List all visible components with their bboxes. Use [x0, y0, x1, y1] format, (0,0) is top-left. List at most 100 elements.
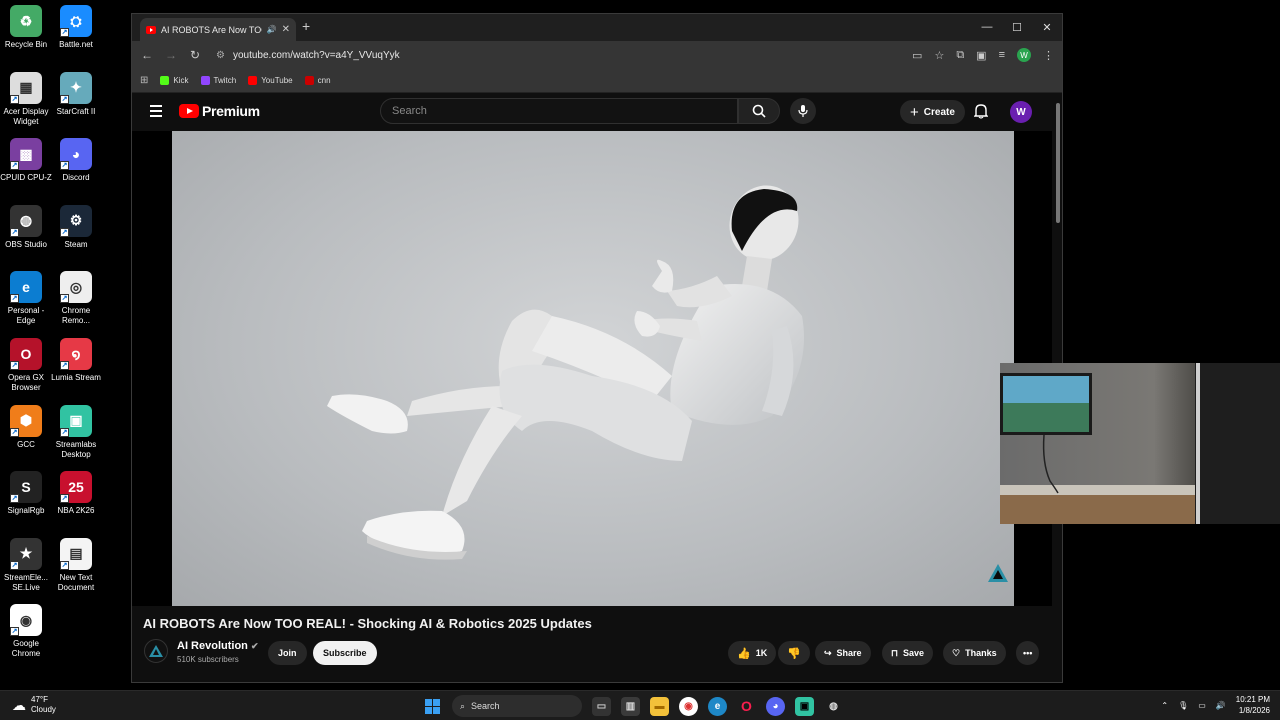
shortcut-arrow-icon: ↗	[60, 560, 69, 570]
desktop-icon[interactable]: ▣ ↗ Streamlabs Desktop	[50, 404, 102, 460]
desktop-icon[interactable]: ◕ ↗ Discord	[50, 138, 102, 183]
split-view-icon[interactable]: ▣	[976, 49, 986, 62]
discord-icon: ◕ ↗	[60, 138, 92, 171]
hamburger-menu-icon[interactable]	[150, 105, 162, 120]
desktop-icon[interactable]: ◍ ↗ OBS Studio	[0, 204, 52, 250]
save-button[interactable]: ⊓ Save	[882, 641, 934, 665]
new-tab-button[interactable]: +	[302, 18, 310, 34]
shortcut-arrow-icon: ↗	[10, 361, 19, 370]
profile-avatar[interactable]: W	[1017, 48, 1031, 62]
share-button[interactable]: ↪ Share	[815, 641, 871, 665]
bookmark-youtube[interactable]: YouTube	[248, 76, 293, 85]
start-windows-icon[interactable]	[423, 697, 442, 716]
maximize-icon[interactable]: ☐	[1002, 14, 1032, 40]
volume-icon[interactable]: 🔊	[1216, 701, 1226, 710]
task-view-icon[interactable]: ▭	[592, 696, 611, 716]
subscribe-button[interactable]: Subscribe	[313, 641, 377, 665]
network-icon[interactable]: ▭	[1198, 701, 1206, 710]
join-button[interactable]: Join	[268, 641, 307, 665]
discord-taskbar-icon[interactable]: ◕	[766, 696, 785, 716]
voice-search-button[interactable]	[790, 98, 816, 124]
desktop-icon-label: Personal - Edge	[7, 306, 45, 326]
file-explorer-icon[interactable]: ▬	[650, 696, 669, 716]
youtube-favicon-icon	[248, 76, 258, 85]
reading-list-icon[interactable]: ≡	[999, 49, 1005, 61]
thanks-button[interactable]: ♡ Thanks	[943, 641, 1006, 665]
shortcut-arrow-icon: ↗	[60, 427, 69, 437]
desktop-icon[interactable]: ◉ ↗ Google Chrome	[0, 604, 52, 659]
desktop-icon[interactable]: ▦ ↗ Acer Display Widget	[0, 71, 52, 127]
taskbar-search[interactable]: ⌕ Search	[452, 695, 582, 717]
desktop-icon[interactable]: ▤ ↗ New Text Document	[50, 537, 102, 593]
bookmark-icon: ⊓	[891, 647, 899, 658]
desktop-icon[interactable]: S ↗ SignalRgb	[0, 471, 52, 516]
desktop-icon[interactable]: ★ ↗ StreamEle... SE.Live	[0, 537, 52, 593]
shortcut-arrow-icon: ↗	[10, 494, 19, 504]
youtube-premium-logo[interactable]: Premium	[179, 103, 260, 119]
desktop-icon[interactable]: ໑ ↗ Lumia Stream	[50, 338, 102, 383]
channel-avatar[interactable]	[144, 639, 168, 663]
more-actions-button[interactable]: •••	[1016, 641, 1040, 665]
minimize-icon[interactable]: —	[972, 14, 1002, 40]
create-button[interactable]: + Create	[900, 100, 965, 124]
clock-date: 1/8/2026	[1238, 706, 1270, 715]
video-frame[interactable]	[172, 131, 1014, 606]
desktop-icon[interactable]: e ↗ Personal - Edge	[0, 271, 52, 326]
desktop-icon-label: New Text Document	[57, 572, 95, 592]
obs-taskbar-icon[interactable]: ◍	[824, 697, 843, 716]
desktop-icon[interactable]: ⚙ ↗ Steam	[50, 204, 102, 250]
address-bar[interactable]: ⚙ youtube.com/watch?v=a4Y_VVuqYyk	[212, 45, 852, 65]
desktop-icon[interactable]: ✦ ↗ StarCraft II	[50, 71, 102, 117]
mic-tray-icon[interactable]: 🎙	[1178, 701, 1188, 710]
channel-name-text: AI Revolution	[177, 640, 248, 652]
weather-widget[interactable]: ☁ 47°F Cloudy	[12, 695, 56, 715]
thanks-label: Thanks	[965, 648, 997, 658]
reload-icon[interactable]: ↻	[188, 48, 202, 62]
desktop-icon[interactable]: ▩ ↗ CPUID CPU-Z	[0, 138, 52, 183]
youtube-header: Premium Search + Create W	[132, 93, 1062, 130]
desktop-icon[interactable]: 25 ↗ NBA 2K26	[50, 471, 102, 516]
extensions-icon[interactable]: ⧉	[956, 49, 964, 62]
close-tab-icon[interactable]: ✕	[282, 24, 290, 35]
streamlabs-taskbar-icon[interactable]: ▣	[795, 696, 814, 716]
desktop-icon[interactable]: ♻ Recycle Bin	[0, 5, 52, 50]
opera-gx-taskbar-icon[interactable]: O	[737, 697, 756, 716]
forward-icon[interactable]: →	[164, 48, 178, 62]
notifications-bell-icon[interactable]	[973, 103, 989, 124]
shortcut-arrow-icon: ↗	[60, 161, 69, 171]
site-info-icon[interactable]: ⚙	[216, 50, 225, 61]
dislike-button[interactable]: 👎	[778, 641, 810, 665]
account-avatar[interactable]: W	[1010, 101, 1032, 123]
desktop-icon[interactable]: ⛭ ↗ Battle.net	[50, 5, 102, 50]
like-button[interactable]: 👍 1K	[728, 641, 777, 665]
tab-youtube[interactable]: AI ROBOTS Are Now TOO R 🔊 ✕	[140, 18, 296, 41]
scrollbar-thumb[interactable]	[1056, 103, 1060, 223]
bookmark-kick[interactable]: Kick	[160, 76, 189, 85]
bookmark-star-icon[interactable]: ☆	[934, 49, 944, 62]
back-icon[interactable]: ←	[140, 48, 154, 62]
system-tray: ⌃ 🎙 ▭ 🔊 10:21 PM 1/8/2026	[1161, 694, 1270, 716]
shortcut-arrow-icon: ↗	[60, 28, 69, 37]
bookmark-twitch[interactable]: Twitch	[200, 76, 236, 85]
close-window-icon[interactable]: ✕	[1032, 14, 1062, 40]
desktop-icon[interactable]: O ↗ Opera GX Browser	[0, 338, 52, 393]
apps-grid-icon[interactable]: ⊞	[140, 75, 148, 86]
video-player[interactable]	[132, 131, 1052, 606]
search-input[interactable]: Search	[380, 98, 738, 124]
tray-overflow-icon[interactable]: ⌃	[1161, 701, 1168, 710]
chrome-taskbar-icon[interactable]: ◉	[679, 696, 698, 716]
desktop-icon[interactable]: ◎ ↗ Chrome Remo...	[50, 271, 102, 326]
shortcut-arrow-icon: ↗	[10, 560, 19, 570]
search-button[interactable]	[738, 98, 780, 124]
channel-name[interactable]: AI Revolution ✔	[177, 640, 259, 652]
widgets-icon[interactable]: ▥	[621, 696, 640, 716]
edge-taskbar-icon[interactable]: e	[708, 696, 727, 716]
cast-icon[interactable]: ▭	[912, 49, 922, 62]
desktop-icon[interactable]: ⬢ ↗ GCC	[0, 404, 52, 450]
menu-icon[interactable]: ⋮	[1043, 49, 1054, 62]
bookmark-cnn[interactable]: cnn	[304, 76, 331, 85]
recycle-bin-icon: ♻	[10, 5, 42, 37]
channel-watermark-icon[interactable]	[987, 563, 1009, 588]
clock[interactable]: 10:21 PM 1/8/2026	[1236, 694, 1270, 716]
temperature: 47°F	[31, 695, 48, 704]
